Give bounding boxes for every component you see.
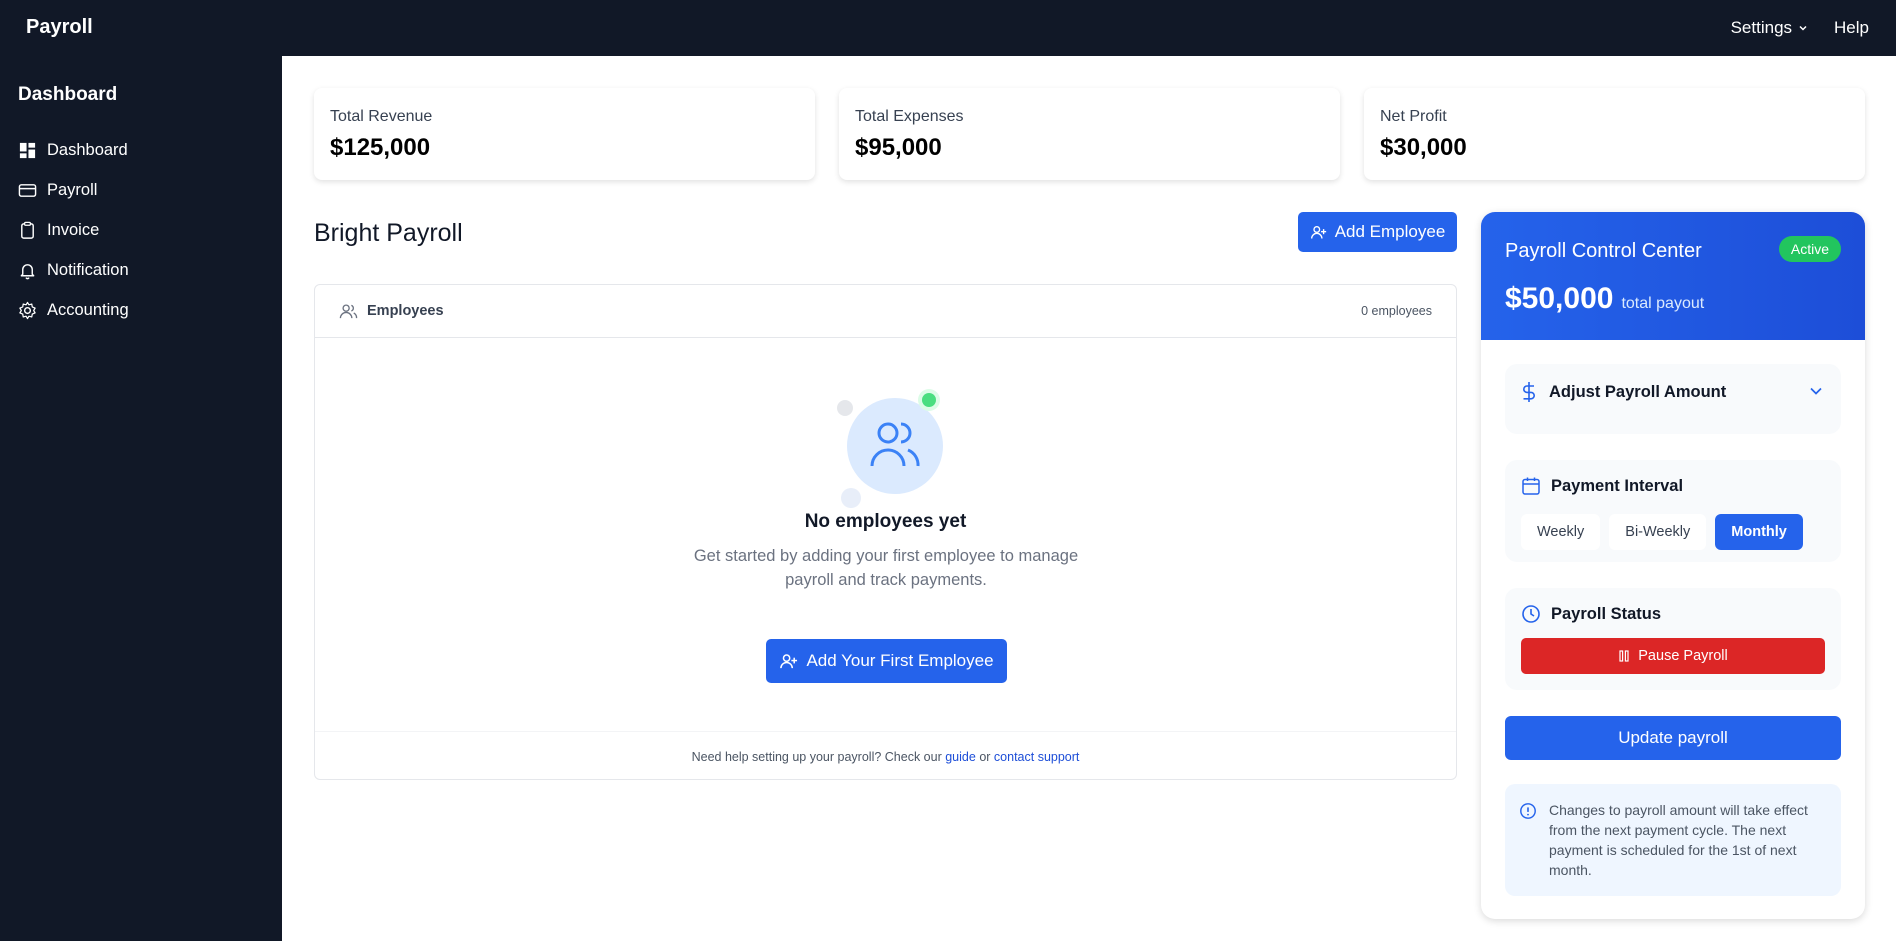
interval-monthly-button[interactable]: Monthly [1715,514,1803,550]
pause-icon [1619,650,1629,662]
panel-header: Payroll Control Center Active $50,000 to… [1481,212,1865,340]
payment-interval-section: Payment Interval Weekly Bi-Weekly Monthl… [1505,460,1841,562]
dashboard-icon [19,142,36,158]
payroll-status-section: Payroll Status Pause Payroll [1505,588,1841,690]
help-text: Need help setting up your payroll? Check… [691,750,942,764]
bell-icon [20,263,35,279]
pause-payroll-label: Pause Payroll [1638,648,1728,664]
update-payroll-button[interactable]: Update payroll [1505,716,1841,760]
sidebar-item-label: Notification [47,260,129,279]
sidebar-item-accounting[interactable]: Accounting [18,290,268,330]
user-plus-icon [1310,225,1326,239]
user-plus-icon [780,653,798,668]
calendar-icon [1522,477,1540,495]
sidebar-heading: Dashboard [18,84,118,105]
total-payout: $50,000 total payout [1505,282,1704,316]
sidebar-item-label: Accounting [47,300,129,319]
empty-state: No employees yet Get started by adding y… [315,338,1456,716]
interval-options: Weekly Bi-Weekly Monthly [1521,514,1825,550]
add-employee-label: Add Employee [1334,222,1446,241]
sidebar-item-label: Payroll [47,180,98,199]
empty-state-text: Get started by adding your first employe… [693,547,1079,589]
add-first-employee-label: Add Your First Employee [806,651,994,670]
payout-amount: $50,000 [1505,282,1614,315]
payroll-status-label: Payroll Status [1551,604,1662,623]
help-or: or [979,750,991,764]
payroll-note-text: Changes to payroll amount will take effe… [1549,802,1808,878]
stat-label: Net Profit [1380,108,1447,125]
status-badge: Active [1778,236,1841,262]
sidebar-item-notification[interactable]: Notification [18,250,268,290]
clipboard-icon [21,221,34,239]
add-first-employee-button[interactable]: Add Your First Employee [766,639,1007,683]
employees-card: Employees 0 employees No employees yet G… [314,284,1457,780]
info-icon [1520,803,1536,819]
update-payroll-label: Update payroll [1618,728,1728,747]
employee-count: 0 employees [1361,304,1432,318]
payroll-info-note: Changes to payroll amount will take effe… [1505,784,1841,896]
guide-link[interactable]: guide [945,750,976,764]
top-nav: Settings Help [1731,18,1869,38]
employees-header-label: Employees [367,303,444,319]
sidebar-nav: Dashboard Payroll Invoice Notification A… [18,130,268,330]
sidebar-item-payroll[interactable]: Payroll [18,170,268,210]
sidebar-item-label: Dashboard [47,140,128,159]
stat-value: $95,000 [855,134,942,161]
chevron-down-icon[interactable] [1809,384,1823,398]
stat-label: Total Revenue [330,108,433,125]
employees-card-header: Employees 0 employees [315,285,1456,338]
help-label: Help [1834,18,1869,37]
help-link[interactable]: Help [1834,18,1869,38]
sidebar: Dashboard Dashboard Payroll Invoice Noti… [0,56,282,941]
settings-menu[interactable]: Settings [1731,18,1808,38]
add-employee-button[interactable]: Add Employee [1298,212,1457,252]
sidebar-item-dashboard[interactable]: Dashboard [18,130,268,170]
stat-card-net-profit: Net Profit $30,000 [1364,88,1865,180]
payout-label: total payout [1621,295,1705,312]
app-brand[interactable]: Payroll [26,16,93,39]
payroll-control-panel: Payroll Control Center Active $50,000 to… [1481,212,1865,919]
settings-label: Settings [1730,18,1793,37]
clock-icon [1522,605,1540,623]
stat-label: Total Expenses [855,108,964,125]
page-title: Bright Payroll [314,219,463,247]
panel-title: Payroll Control Center [1505,240,1702,262]
help-footer: Need help setting up your payroll? Check… [315,731,1456,781]
sidebar-item-invoice[interactable]: Invoice [18,210,268,250]
card-icon [18,183,37,197]
adjust-payroll-section[interactable]: Adjust Payroll Amount [1505,364,1841,434]
dollar-icon [1523,382,1535,402]
empty-state-title: No employees yet [804,511,967,532]
payment-interval-label: Payment Interval [1551,476,1684,495]
stat-card-revenue: Total Revenue $125,000 [314,88,815,180]
stat-value: $30,000 [1380,134,1467,161]
interval-weekly-button[interactable]: Weekly [1521,514,1601,550]
top-navbar: Payroll Settings Help [0,0,1896,56]
stat-value: $125,000 [330,134,431,161]
pause-payroll-button[interactable]: Pause Payroll [1521,638,1825,674]
adjust-payroll-label: Adjust Payroll Amount [1549,382,1727,401]
sidebar-item-label: Invoice [47,220,100,239]
empty-users-illustration-icon [837,389,943,508]
gear-icon [19,301,36,319]
contact-support-link[interactable]: contact support [994,750,1079,764]
users-icon [339,303,358,318]
interval-biweekly-button[interactable]: Bi-Weekly [1609,514,1707,550]
chevron-down-icon [1799,25,1807,31]
stat-card-expenses: Total Expenses $95,000 [839,88,1340,180]
